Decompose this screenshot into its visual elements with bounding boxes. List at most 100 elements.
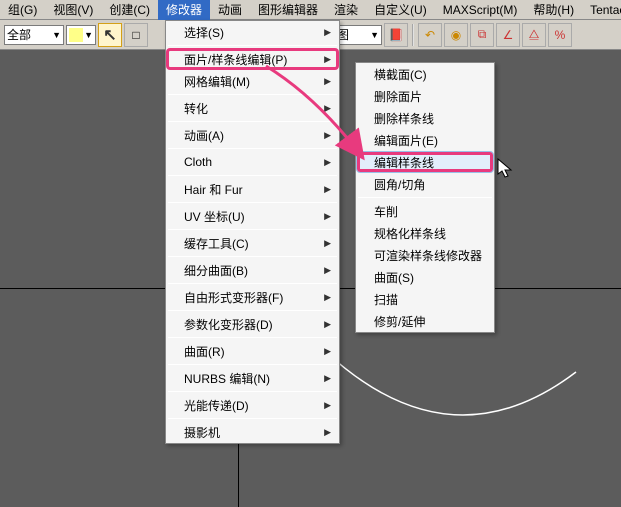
menu-item-label: 自由形式变形器(F) [184,289,283,306]
angle-tool-button[interactable]: ∠ [496,23,520,47]
menu-separator [168,364,337,365]
menu-item[interactable]: UV 坐标(U) [166,205,339,227]
menu-item[interactable]: 修改器 [158,0,210,20]
submenu-item[interactable]: 修剪/延伸 [356,310,494,332]
submenu-item[interactable]: 扫描 [356,288,494,310]
modifier-menu: 选择(S) 面片/样条线编辑(P) 网格编辑(M) 转化动画(A) Cloth Hair … [165,20,340,444]
menu-separator [168,202,337,203]
menu-item-label: 曲面(R) [184,343,225,360]
menu-item-label: UV 坐标(U) [184,208,245,225]
separator [412,24,414,46]
menu-item-label: 摄影机 [184,424,220,441]
menu-separator [168,256,337,257]
menu-separator [168,148,337,149]
menu-item[interactable]: 帮助(H) [525,0,582,20]
submenu-item-label: 修剪/延伸 [374,313,425,330]
menu-separator [168,337,337,338]
submenu-item-label: 删除面片 [374,88,422,105]
tool-icon: □ [132,28,139,42]
menu-item-label: 光能传递(D) [184,397,249,414]
submenu-item[interactable]: 删除面片 [356,85,494,107]
menu-item[interactable]: 转化 [166,97,339,119]
submenu-item[interactable]: 可渲染样条线修改器 [356,244,494,266]
undo-tool-button[interactable]: ↶ [418,23,442,47]
submenu-item[interactable]: 曲面(S) [356,266,494,288]
submenu-item[interactable]: 编辑面片(E) [356,129,494,151]
menu-item[interactable]: Tentac [582,1,621,19]
menu-item-label: Cloth [184,155,212,169]
dropdown-icon: ▼ [84,30,93,40]
menu-item[interactable]: 光能传递(D) [166,394,339,416]
menu-item[interactable]: 动画 [210,0,250,20]
menu-item-label: 转化 [184,100,208,117]
menu-item-label: 参数化变形器(D) [184,316,273,333]
menu-item[interactable]: 曲面(R) [166,340,339,362]
menu-separator [168,418,337,419]
submenu-item-label: 删除样条线 [374,110,434,127]
menu-item-label: 动画(A) [184,127,224,144]
menu-item[interactable]: 网格编辑(M) [166,70,339,92]
menu-separator [168,45,337,46]
menu-item[interactable]: Cloth [166,151,339,173]
menu-item[interactable]: 自由形式变形器(F) [166,286,339,308]
select-tool-button[interactable]: ↖ [98,23,122,47]
link-tool-button[interactable]: ⧉ [470,23,494,47]
submenu-item-label: 横截面(C) [374,66,427,83]
sphere-icon: ◉ [451,28,461,42]
patch-spline-submenu: 横截面(C) 删除面片删除样条线编辑面片(E) 编辑样条线圆角/切角车削规格化样条线… [355,62,495,333]
menu-item-label: 选择(S) [184,24,224,41]
submenu-item[interactable]: 圆角/切角 [356,173,494,195]
menu-item[interactable]: 渲染 [326,0,366,20]
filter-select[interactable]: 全部 ▼ [4,25,64,45]
menu-item-label: 网格编辑(M) [184,73,250,90]
menu-separator [168,121,337,122]
dropdown-icon: ▼ [370,30,379,40]
menu-item[interactable]: 创建(C) [101,0,158,20]
arrow-cursor-icon: ↖ [103,25,116,45]
menu-item[interactable]: 视图(V) [45,0,101,20]
menu-item-label: 细分曲面(B) [184,262,248,279]
submenu-item-label: 规格化样条线 [374,225,446,242]
submenu-item-label: 曲面(S) [374,269,414,286]
menu-item[interactable]: NURBS 编辑(N) [166,367,339,389]
menu-separator [168,94,337,95]
menu-item[interactable]: Hair 和 Fur [166,178,339,200]
submenu-item[interactable]: 编辑样条线 [356,151,494,173]
menu-separator [168,229,337,230]
menu-item[interactable]: 缓存工具(C) [166,232,339,254]
menu-item[interactable]: 组(G) [0,0,45,20]
menu-separator [168,175,337,176]
book-icon: 📕 [389,28,404,42]
percent-tool-button[interactable]: % [548,23,572,47]
menu-item[interactable]: 摄影机 [166,421,339,443]
snap-tool-button[interactable]: ⧋ [522,23,546,47]
book-tool-button[interactable]: 📕 [384,23,408,47]
submenu-item[interactable]: 删除样条线 [356,107,494,129]
submenu-item[interactable]: 车削 [356,200,494,222]
submenu-item-label: 可渲染样条线修改器 [374,247,482,264]
sphere-tool-button[interactable]: ◉ [444,23,468,47]
link-icon: ⧉ [478,27,487,42]
undo-icon: ↶ [425,28,435,42]
tool-button[interactable]: □ [124,23,148,47]
percent-icon: % [555,28,566,42]
menu-item[interactable]: 参数化变形器(D) [166,313,339,335]
snap-icon: ⧋ [529,27,540,42]
menubar: 组(G)视图(V)创建(C)修改器动画图形编辑器渲染自定义(U)MAXScrip… [0,0,621,20]
spline-curve [321,347,581,457]
menu-item[interactable]: 细分曲面(B) [166,259,339,281]
submenu-item-label: 编辑样条线 [374,154,434,171]
filter-select-value: 全部 [7,26,31,43]
menu-item[interactable]: 面片/样条线编辑(P) [166,48,339,70]
menu-item[interactable]: 自定义(U) [366,0,435,20]
submenu-item[interactable]: 横截面(C) [356,63,494,85]
menu-item[interactable]: 选择(S) [166,21,339,43]
menu-item[interactable]: MAXScript(M) [435,1,526,19]
submenu-item[interactable]: 规格化样条线 [356,222,494,244]
menu-item[interactable]: 动画(A) [166,124,339,146]
menu-item[interactable]: 图形编辑器 [250,0,326,20]
menu-separator [168,391,337,392]
color-select[interactable]: ▼ [66,25,96,45]
menu-separator [358,197,492,198]
menu-separator [168,310,337,311]
